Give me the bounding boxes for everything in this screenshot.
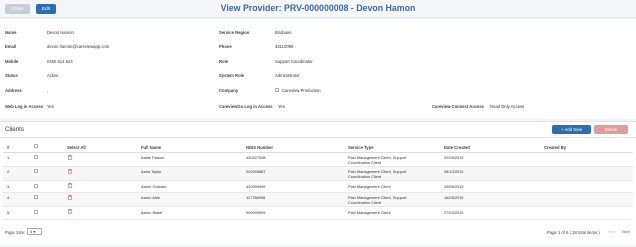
date-created: 20/06/2019 (444, 184, 464, 189)
name-value: Devon Hamon (47, 30, 74, 35)
service-type-line-2: Coordination Client (348, 174, 382, 179)
web-login-label: Web Log in Access (5, 104, 44, 109)
table-row[interactable]: 5. Aaron Blake 909090909 Plan Management… (3, 207, 633, 220)
date-created: 16/08/2019 (444, 195, 464, 200)
web-login-value: Yes (47, 104, 54, 109)
row-number: 4. (7, 195, 11, 200)
trash-icon[interactable] (68, 154, 72, 160)
clients-panel: Clients + Add New Delete # Select All Fu… (0, 121, 636, 245)
address-value: , (47, 88, 49, 93)
trash-icon[interactable] (68, 209, 72, 214)
client-name: Aabie Patson (141, 155, 165, 160)
careviewgo-login-label: CareviewGo Log in Access (219, 104, 273, 109)
top-toolbar: Close Edit View Provider: PRV-000000008 … (0, 0, 636, 18)
company-label: Company (219, 88, 239, 93)
system-role-value: Administrator (275, 73, 300, 78)
clients-title: Clients (5, 126, 24, 133)
mobile-value: 0450 614 523 (47, 59, 73, 64)
table-row[interactable]: 2. Aaria Taylor 000999887 Plan Managemen… (3, 167, 633, 181)
client-name: Aaron Able (141, 195, 161, 200)
phone-value: 43110099 (275, 44, 294, 49)
column-header-date-created[interactable]: Date Created (444, 145, 470, 150)
client-name: Aaria Taylor (141, 169, 162, 174)
role-value: Support Coordinator (275, 59, 313, 64)
service-type-line-1: Plan Management Client (348, 184, 391, 189)
careview-connect-label: Careview Connect Access (432, 104, 484, 109)
add-new-button[interactable]: + Add New (552, 125, 591, 134)
company-checkbox[interactable] (275, 88, 279, 92)
column-header-select-all[interactable]: Select All (67, 145, 86, 150)
provider-details-panel: Name Devon Hamon Email devon.hamon@carev… (0, 19, 636, 119)
email-value: devon.hamon@careviewapp.com (47, 44, 110, 49)
mobile-label: Mobile (5, 59, 19, 64)
row-checkbox[interactable] (34, 155, 38, 159)
name-label: Name (5, 30, 17, 35)
status-value: Active (47, 73, 59, 78)
phone-label: Phone (219, 44, 232, 49)
careviewgo-login-value: Yes (278, 104, 285, 109)
column-header-full-name[interactable]: Full Name (141, 145, 161, 150)
service-type-line-1: Plan Management Client (348, 210, 391, 215)
ndis-number: 117788998 (246, 195, 266, 200)
page-title: View Provider: PRV-000000008 - Devon Ham… (220, 3, 416, 13)
row-checkbox[interactable] (34, 169, 38, 173)
ndis-number: 430999999 (246, 184, 266, 189)
row-number: 3. (7, 184, 11, 189)
ndis-number: 430427048 (246, 155, 266, 160)
table-row[interactable]: 1. Aabie Patson 430427048 Plan Managemen… (3, 153, 633, 167)
column-header-service-type[interactable]: Service Type (348, 145, 374, 150)
careview-connect-value: Read Only Access (490, 104, 525, 109)
role-label: Role (219, 59, 229, 64)
client-name: Aaron Blake (141, 210, 163, 215)
divider (0, 137, 636, 138)
row-checkbox[interactable] (34, 210, 38, 214)
client-name: Aarne Graham (141, 184, 167, 189)
address-label: Address (5, 88, 22, 93)
company-value: Careview Production (282, 88, 321, 93)
delete-button[interactable]: Delete (594, 125, 628, 134)
row-number: 5. (7, 210, 11, 215)
date-created: 02/08/2019 (444, 155, 464, 160)
trash-icon[interactable] (68, 183, 72, 188)
row-checkbox[interactable] (34, 195, 38, 199)
prev-page-button[interactable]: Prev (608, 230, 616, 234)
trash-icon[interactable] (68, 168, 72, 174)
service-type-line-2: Coordination Client (348, 160, 382, 165)
next-page-button[interactable]: Next (622, 230, 630, 234)
table-row[interactable]: 3. Aarne Graham 430999999 Plan Managemen… (3, 181, 633, 193)
page-size-label: Page Size: (5, 230, 26, 235)
column-header-created-by[interactable]: Created By (544, 145, 566, 150)
row-number: 2. (7, 169, 11, 174)
service-type-line-2: Coordination Client (348, 200, 382, 205)
service-region-value: Brisbane (275, 30, 292, 35)
date-created: 27/03/2019 (444, 210, 464, 215)
status-label: Status (5, 73, 18, 78)
table-row[interactable]: 4. Aaron Able 117788998 Plan Management … (3, 193, 633, 207)
service-region-label: Service Region (219, 30, 250, 35)
row-checkbox[interactable] (34, 184, 38, 188)
select-all-checkbox[interactable] (34, 144, 38, 148)
ndis-number: 909090909 (246, 210, 266, 215)
system-role-label: System Role (219, 73, 245, 78)
page-size-select[interactable]: 5 ▾ (27, 228, 42, 235)
pagination-info: Page 1 of 6 ( 28 total items ) (547, 230, 600, 235)
column-header-ndis-number[interactable]: NDIS Number (246, 145, 273, 150)
date-created: 08/10/2019 (444, 169, 464, 174)
page-size-value: 5 (30, 229, 33, 234)
column-header-number: # (7, 145, 10, 150)
row-number: 1. (7, 155, 11, 160)
email-label: Email (5, 44, 17, 49)
ndis-number: 000999887 (246, 169, 266, 174)
trash-icon[interactable] (68, 194, 72, 200)
